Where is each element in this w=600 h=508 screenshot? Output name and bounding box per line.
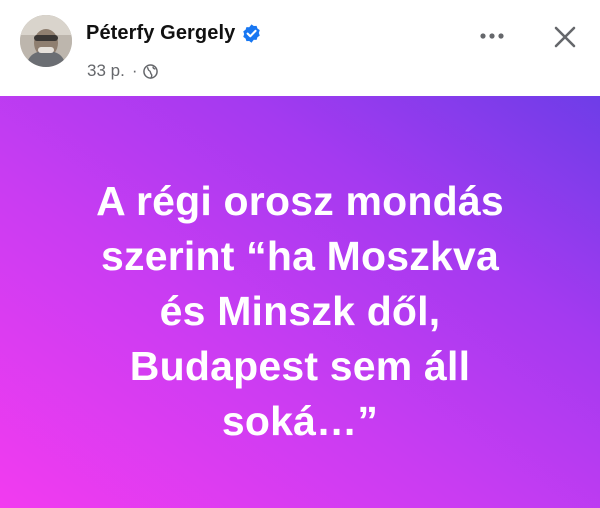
- globe-icon[interactable]: [143, 63, 159, 79]
- post-text-line: és Minszk dől,: [159, 287, 441, 334]
- post-text-line: szerint “ha Moszkva: [101, 232, 499, 279]
- post-text-line: A régi orosz mondás: [96, 177, 504, 224]
- verified-badge-icon: [241, 23, 262, 44]
- more-options-button[interactable]: [474, 24, 510, 48]
- facebook-post: Péterfy Gergely 33 p. · A régi orosz mon…: [0, 0, 600, 508]
- close-button[interactable]: [548, 20, 582, 54]
- author-name[interactable]: Péterfy Gergely: [86, 22, 235, 45]
- close-icon: [554, 26, 576, 48]
- post-text-background: A régi orosz mondás szerint “ha Moszkva …: [0, 96, 600, 508]
- post-time[interactable]: 33 p.: [87, 61, 125, 81]
- author-avatar[interactable]: [20, 15, 72, 67]
- more-options-icon: [480, 33, 504, 39]
- post-meta: 33 p. ·: [87, 61, 159, 81]
- author-name-row: Péterfy Gergely: [86, 22, 262, 45]
- meta-separator: ·: [131, 61, 138, 80]
- post-text-line: soká…”: [221, 397, 379, 444]
- post-header: Péterfy Gergely 33 p. ·: [0, 0, 600, 96]
- post-text: A régi orosz mondás szerint “ha Moszkva …: [40, 174, 560, 449]
- post-text-line: Budapest sem áll: [129, 342, 471, 389]
- avatar-photo: [20, 15, 72, 67]
